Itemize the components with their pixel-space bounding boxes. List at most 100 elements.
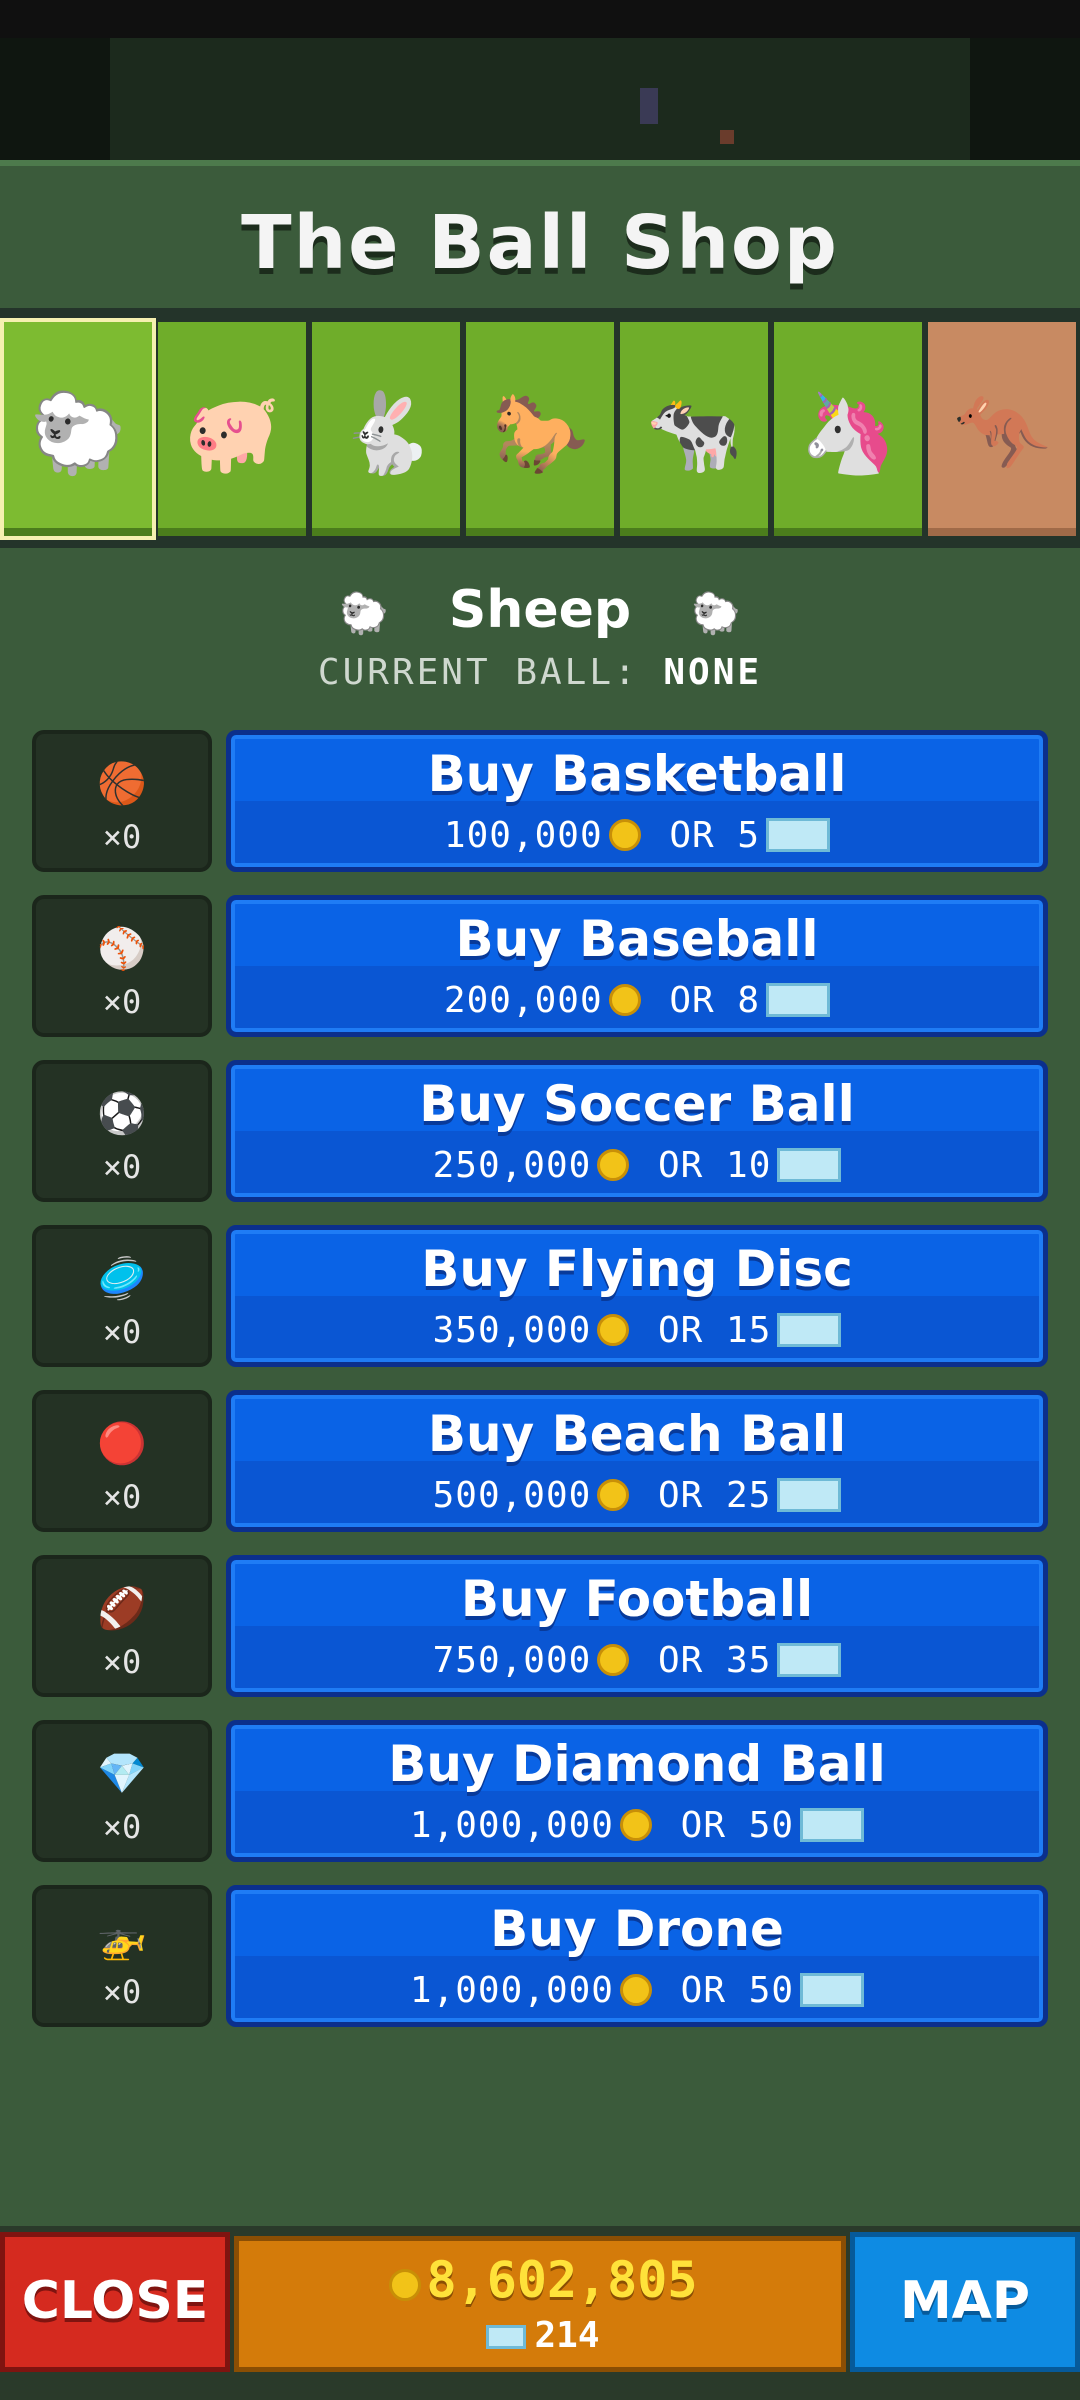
current-ball: CURRENT BALL: NONE bbox=[0, 652, 1080, 693]
buy-label: Buy Baseball bbox=[455, 910, 819, 968]
or-text: OR bbox=[669, 815, 715, 856]
or-text: OR bbox=[680, 1970, 727, 2011]
buy-baseball-button[interactable]: Buy Baseball 200,000 OR 8 bbox=[226, 895, 1048, 1037]
gem-icon bbox=[486, 2325, 527, 2349]
buy-football-button[interactable]: Buy Football 750,000 OR 35 bbox=[226, 1555, 1048, 1697]
coin-price: 350,000 bbox=[432, 1310, 592, 1351]
map-button[interactable]: MAP bbox=[850, 2232, 1080, 2372]
flying-disc-icon: 🥏 bbox=[97, 1256, 147, 1302]
close-button[interactable]: CLOSE bbox=[0, 2232, 230, 2372]
buy-basketball-button[interactable]: Buy Basketball 100,000 OR 5 bbox=[226, 730, 1048, 872]
owned-count-box: 🔴 ×0 bbox=[32, 1390, 212, 1532]
price: 750,000 OR 35 bbox=[231, 1640, 1043, 1681]
unicorn-icon: 🦄 bbox=[799, 389, 897, 479]
gem-icon bbox=[766, 983, 831, 1017]
owned-count-box: 🥏 ×0 bbox=[32, 1225, 212, 1367]
buy-label: Buy Basketball bbox=[427, 745, 847, 803]
list-item: 🚁 ×0 Buy Drone 1,000,000 OR 50 bbox=[32, 1885, 1048, 2027]
beach-ball-icon: 🔴 bbox=[97, 1421, 147, 1467]
current-ball-label: CURRENT BALL: bbox=[317, 652, 664, 693]
or-text: OR bbox=[658, 1640, 704, 1681]
list-item: 🏈 ×0 Buy Football 750,000 OR 35 bbox=[32, 1555, 1048, 1697]
shop-title: The Ball Shop bbox=[241, 200, 839, 286]
owned-count-box: ⚾ ×0 bbox=[32, 895, 212, 1037]
owned-count: ×0 bbox=[102, 818, 142, 856]
gem-icon bbox=[766, 818, 831, 852]
buy-drone-button[interactable]: Buy Drone 1,000,000 OR 50 bbox=[226, 1885, 1048, 2027]
gem-icon bbox=[777, 1313, 842, 1347]
owned-count-box: 💎 ×0 bbox=[32, 1720, 212, 1862]
or-text: OR bbox=[658, 1475, 704, 1516]
tab-pig[interactable]: 🐖 bbox=[158, 322, 306, 536]
coin-icon bbox=[597, 1314, 630, 1346]
coin-icon bbox=[619, 1809, 652, 1841]
list-item: 🏀 ×0 Buy Basketball 100,000 OR 5 bbox=[32, 730, 1048, 872]
gem-icon bbox=[800, 1808, 865, 1842]
or-text: OR bbox=[658, 1145, 704, 1186]
owned-count: ×0 bbox=[102, 1313, 142, 1351]
baseball-icon: ⚾ bbox=[97, 926, 147, 972]
coin-icon bbox=[597, 1149, 630, 1181]
or-text: OR bbox=[669, 980, 715, 1021]
coin-icon bbox=[388, 2269, 421, 2301]
buy-soccer-ball-button[interactable]: Buy Soccer Ball 250,000 OR 10 bbox=[226, 1060, 1048, 1202]
coin-icon bbox=[608, 984, 641, 1016]
coin-price: 750,000 bbox=[432, 1640, 592, 1681]
price: 350,000 OR 15 bbox=[231, 1310, 1043, 1351]
coin-balance-value: 8,602,805 bbox=[426, 2251, 698, 2309]
tab-kangaroo[interactable]: 🦘 bbox=[928, 322, 1076, 536]
shop-panel-edge bbox=[0, 160, 1080, 166]
drone-icon: 🚁 bbox=[97, 1916, 147, 1962]
list-item: ⚾ ×0 Buy Baseball 200,000 OR 8 bbox=[32, 895, 1048, 1037]
soccer-ball-icon: ⚽ bbox=[97, 1091, 147, 1137]
kangaroo-icon: 🦘 bbox=[953, 389, 1051, 479]
tab-horse[interactable]: 🐎 bbox=[466, 322, 614, 536]
tab-unicorn[interactable]: 🦄 bbox=[774, 322, 922, 536]
list-item: 🔴 ×0 Buy Beach Ball 500,000 OR 25 bbox=[32, 1390, 1048, 1532]
owned-count-box: 🏈 ×0 bbox=[32, 1555, 212, 1697]
price: 1,000,000 OR 50 bbox=[231, 1970, 1043, 2011]
price: 250,000 OR 10 bbox=[231, 1145, 1043, 1186]
list-item: 💎 ×0 Buy Diamond Ball 1,000,000 OR 50 bbox=[32, 1720, 1048, 1862]
gem-balance-value: 214 bbox=[534, 2315, 600, 2356]
tab-cow[interactable]: 🐄 bbox=[620, 322, 768, 536]
current-ball-value: NONE bbox=[663, 652, 763, 693]
list-item: ⚽ ×0 Buy Soccer Ball 250,000 OR 10 bbox=[32, 1060, 1048, 1202]
coin-icon bbox=[597, 1479, 630, 1511]
buy-label: Buy Football bbox=[460, 1570, 814, 1628]
selected-animal: 🐑 Sheep 🐑 bbox=[0, 580, 1080, 640]
price: 100,000 OR 5 bbox=[231, 815, 1043, 856]
gem-price: 5 bbox=[737, 815, 761, 856]
gem-icon bbox=[800, 1973, 865, 2007]
sheep-icon: 🐑 bbox=[691, 590, 742, 637]
coin-balance: 8,602,805 bbox=[239, 2251, 841, 2309]
gem-price: 10 bbox=[726, 1145, 772, 1186]
coin-price: 1,000,000 bbox=[409, 1970, 614, 2011]
coin-price: 500,000 bbox=[432, 1475, 592, 1516]
tab-rabbit[interactable]: 🐇 bbox=[312, 322, 460, 536]
diamond-ball-icon: 💎 bbox=[97, 1751, 147, 1797]
buy-label: Buy Flying Disc bbox=[421, 1240, 853, 1298]
tab-sheep[interactable]: 🐑 bbox=[0, 318, 156, 540]
sheep-icon: 🐑 bbox=[338, 590, 389, 637]
coin-icon bbox=[608, 819, 641, 851]
buy-diamond-ball-button[interactable]: Buy Diamond Ball 1,000,000 OR 50 bbox=[226, 1720, 1048, 1862]
buy-label: Buy Drone bbox=[490, 1900, 784, 1958]
pig-icon: 🐖 bbox=[183, 389, 281, 479]
coin-price: 250,000 bbox=[432, 1145, 592, 1186]
ball-on-field bbox=[720, 130, 734, 144]
basketball-icon: 🏀 bbox=[97, 761, 147, 807]
owned-count: ×0 bbox=[102, 1478, 142, 1516]
football-icon: 🏈 bbox=[97, 1586, 147, 1632]
coin-price: 100,000 bbox=[443, 815, 603, 856]
price: 1,000,000 OR 50 bbox=[231, 1805, 1043, 1846]
game-background-strip bbox=[0, 0, 1080, 160]
currency-display: 8,602,805 214 bbox=[234, 2236, 846, 2372]
owned-count: ×0 bbox=[102, 983, 142, 1021]
or-text: OR bbox=[680, 1805, 727, 1846]
sheep-icon: 🐑 bbox=[29, 389, 127, 479]
animal-name: Sheep bbox=[448, 580, 632, 640]
buy-beach-ball-button[interactable]: Buy Beach Ball 500,000 OR 25 bbox=[226, 1390, 1048, 1532]
gem-price: 50 bbox=[748, 1970, 795, 2011]
buy-flying-disc-button[interactable]: Buy Flying Disc 350,000 OR 15 bbox=[226, 1225, 1048, 1367]
